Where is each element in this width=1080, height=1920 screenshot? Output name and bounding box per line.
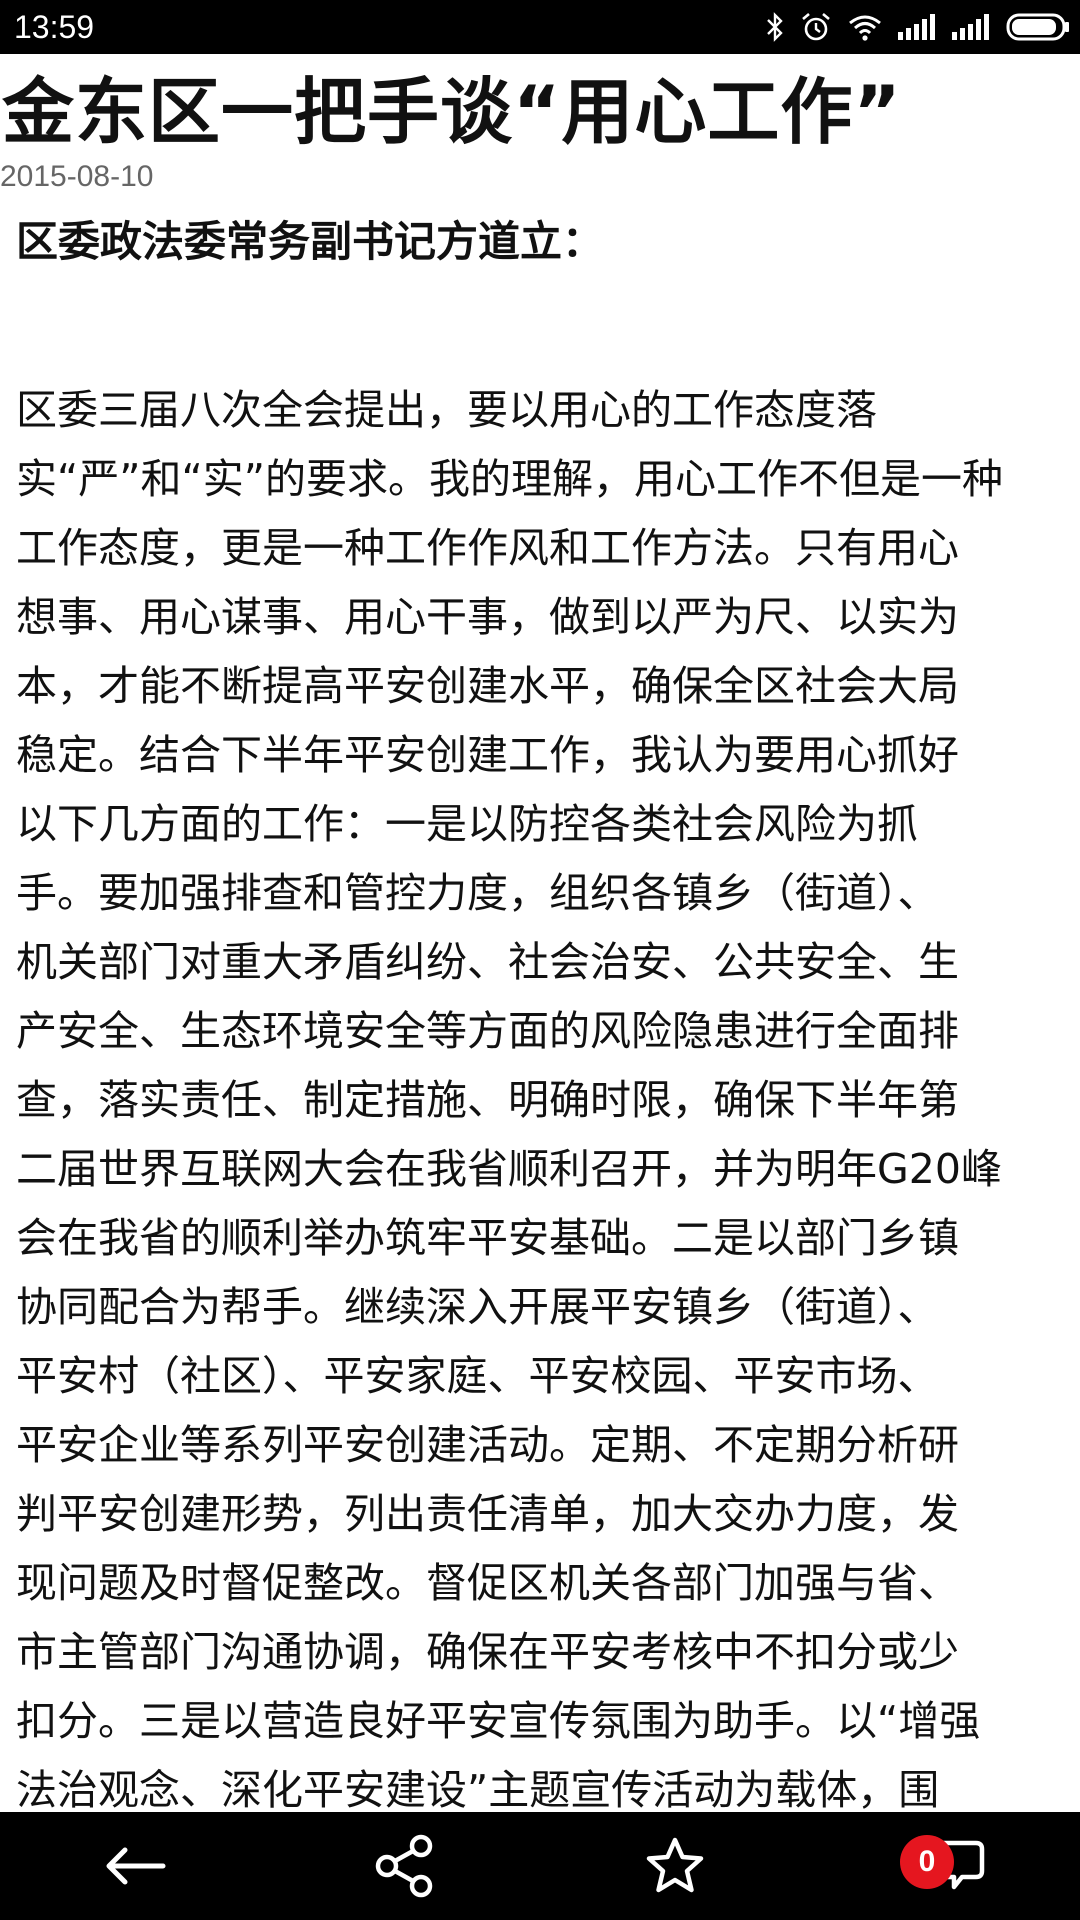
body-line: 平安企业等系列平安创建活动。定期、不定期分析研 (16, 1421, 959, 1469)
article-date: 2015-08-10 (0, 160, 154, 193)
comment-icon-wrap: 0 (900, 1831, 990, 1901)
article-body: 区委三届八次全会提出，要以用心的工作态度落实“严”和“实”的要求。我的理解，用心… (16, 376, 1080, 1812)
body-line: 手。要加强排查和管控力度，组织各镇乡（街道）、 (16, 869, 939, 917)
body-line: 法治观念、深化平安建设”主题宣传活动为载体，围 (16, 1766, 940, 1812)
status-icons (766, 11, 1070, 43)
body-line: 会在我省的顺利举办筑牢平安基础。二是以部门乡镇 (16, 1214, 959, 1262)
article-subtitle: 区委政法委常务副书记方道立： (16, 217, 605, 266)
alarm-icon (802, 13, 830, 41)
body-line: 实“严”和“实”的要求。我的理解，用心工作不但是一种 (16, 455, 1003, 503)
body-line: 机关部门对重大矛盾纠纷、社会治安、公共安全、生 (16, 938, 959, 986)
body-line: 市主管部门沟通协调，确保在平安考核中不扣分或少 (16, 1628, 959, 1676)
body-line: 现问题及时督促整改。督促区机关各部门加强与省、 (16, 1559, 959, 1607)
body-line: 稳定。结合下半年平安创建工作，我认为要用心抓好 (16, 731, 959, 779)
body-line: 区委三届八次全会提出，要以用心的工作态度落 (16, 386, 877, 434)
body-line: 二届世界互联网大会在我省顺利召开，并为明年G20峰 (16, 1145, 1002, 1193)
body-line: 扣分。三是以营造良好平安宣传氛围为助手。以“增强 (16, 1697, 981, 1745)
status-time: 13:59 (14, 8, 95, 45)
bluetooth-icon (767, 12, 783, 42)
comment-button[interactable]: 0 (810, 1812, 1080, 1920)
article-title: 金东区一把手谈“用心工作” (2, 70, 902, 154)
bottom-toolbar: 0 (0, 1812, 1080, 1920)
body-line: 判平安创建形势，列出责任清单，加大交办力度，发 (16, 1490, 959, 1538)
body-line: 以下几方面的工作：一是以防控各类社会风险为抓 (16, 800, 918, 848)
status-bar: 13:59 (0, 0, 1080, 54)
body-line: 工作态度，更是一种工作作风和工作方法。只有用心 (16, 524, 959, 572)
body-line: 平安村（社区）、平安家庭、平安校园、平安市场、 (16, 1352, 939, 1400)
star-icon (646, 1837, 704, 1893)
share-icon (375, 1834, 433, 1898)
body-line: 协同配合为帮手。继续深入开展平安镇乡（街道）、 (16, 1283, 939, 1331)
comment-count-badge: 0 (900, 1835, 954, 1889)
article-content[interactable]: 金东区一把手谈“用心工作” 2015-08-10 区委政法委常务副书记方道立： … (0, 54, 1080, 1812)
body-line: 想事、用心谋事、用心干事，做到以严为尺、以实为 (16, 593, 959, 641)
signal-icon (898, 14, 935, 40)
favorite-button[interactable] (540, 1812, 810, 1920)
signal-icon (952, 14, 989, 40)
body-line: 查，落实责任、制定措施、明确时限，确保下半年第 (16, 1076, 959, 1124)
battery-icon (1006, 13, 1069, 41)
share-button[interactable] (270, 1812, 540, 1920)
wifi-icon (849, 15, 881, 41)
body-line: 产安全、生态环境安全等方面的风险隐患进行全面排 (16, 1007, 959, 1055)
back-button[interactable] (0, 1812, 270, 1920)
body-line: 本，才能不断提高平安创建水平，确保全区社会大局 (16, 662, 959, 710)
back-arrow-icon (106, 1847, 166, 1885)
